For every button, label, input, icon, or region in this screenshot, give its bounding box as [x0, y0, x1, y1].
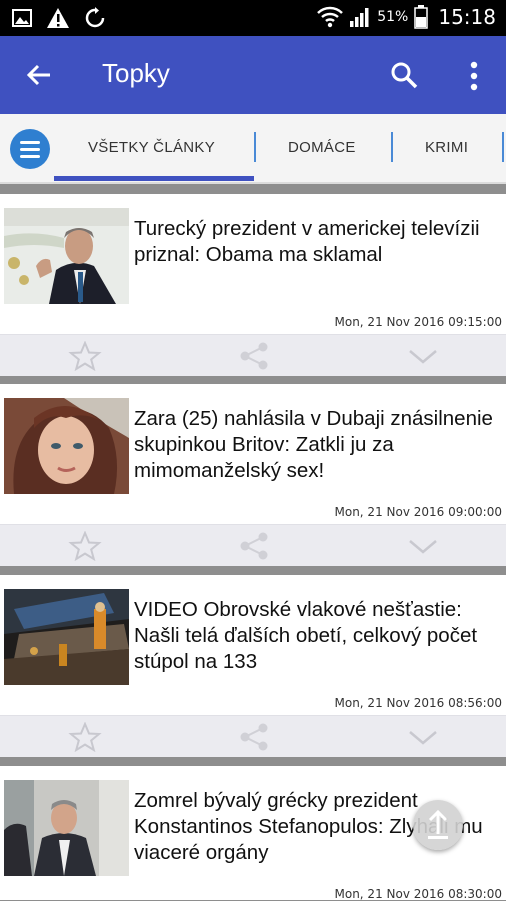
tab-separator — [391, 132, 393, 162]
category-tabs: VŠETKY ČLÁNKY DOMÁCE KRIMI — [0, 114, 506, 184]
article-headline[interactable]: Zara (25) nahlásila v Dubaji znásilnenie… — [134, 406, 500, 484]
back-arrow-icon[interactable] — [24, 60, 54, 90]
page-title: Topky — [102, 58, 170, 88]
clock: 15:18 — [438, 5, 496, 29]
star-icon[interactable] — [68, 341, 102, 371]
tab-separator — [502, 132, 504, 162]
article-thumbnail — [4, 398, 129, 494]
warning-icon — [47, 8, 69, 28]
article-thumbnail — [4, 208, 129, 304]
article-thumbnail — [4, 589, 129, 685]
arrow-up-icon — [428, 809, 448, 839]
article-date: Mon, 21 Nov 2016 08:30:00 — [334, 887, 503, 901]
more-options-icon[interactable] — [464, 60, 484, 92]
tab-separator — [254, 132, 256, 162]
status-bar: 51% 15:18 — [0, 0, 506, 36]
share-icon[interactable] — [237, 722, 271, 752]
article-card[interactable]: Zara (25) nahlásila v Dubaji znásilnenie… — [0, 384, 506, 566]
chevron-down-icon[interactable] — [406, 341, 440, 371]
star-icon[interactable] — [68, 722, 102, 752]
article-headline[interactable]: VIDEO Obrovské vlakové nešťastie: Našli … — [134, 597, 500, 675]
article-card[interactable]: Turecký prezident v americkej televízii … — [0, 194, 506, 376]
gallery-icon — [12, 9, 32, 27]
menu-icon[interactable] — [10, 129, 50, 169]
article-headline[interactable]: Turecký prezident v americkej televízii … — [134, 216, 500, 268]
share-icon[interactable] — [237, 531, 271, 561]
article-date: Mon, 21 Nov 2016 09:00:00 — [334, 505, 503, 519]
sync-icon — [85, 7, 105, 28]
star-icon[interactable] — [68, 531, 102, 561]
battery-icon — [414, 5, 429, 29]
tab-domestic[interactable]: DOMÁCE — [288, 114, 356, 182]
article-date: Mon, 21 Nov 2016 09:15:00 — [334, 315, 503, 329]
tab-all-articles[interactable]: VŠETKY ČLÁNKY — [88, 114, 215, 182]
chevron-down-icon[interactable] — [406, 531, 440, 561]
search-icon[interactable] — [390, 61, 418, 89]
article-date: Mon, 21 Nov 2016 08:56:00 — [334, 696, 503, 710]
chevron-down-icon[interactable] — [406, 722, 440, 752]
app-bar: Topky — [0, 36, 506, 114]
share-icon[interactable] — [237, 341, 271, 371]
battery-percent: 51% — [377, 9, 409, 25]
article-thumbnail — [4, 780, 129, 876]
article-actions — [0, 334, 506, 376]
article-card[interactable]: VIDEO Obrovské vlakové nešťastie: Našli … — [0, 575, 506, 757]
tab-crime[interactable]: KRIMI — [425, 114, 468, 182]
active-tab-indicator — [54, 176, 254, 181]
signal-icon — [350, 8, 369, 27]
scroll-to-top-button[interactable] — [413, 800, 463, 850]
article-actions — [0, 524, 506, 566]
wifi-icon — [317, 6, 344, 28]
article-actions — [0, 715, 506, 757]
